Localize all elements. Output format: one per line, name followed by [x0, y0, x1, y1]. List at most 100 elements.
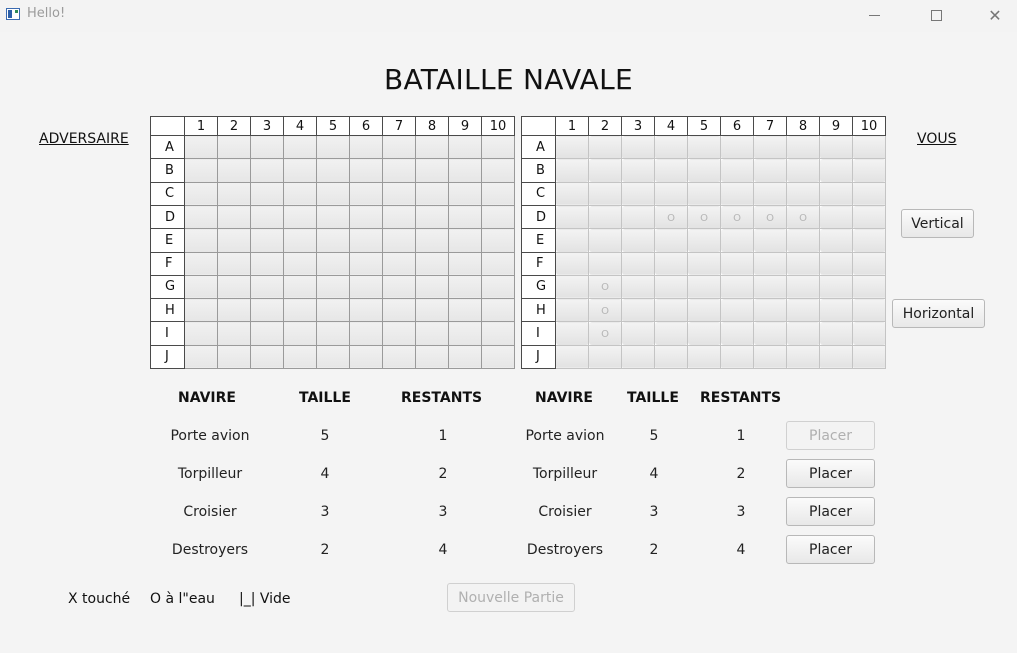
opponent-grid-cell-A6[interactable] [349, 135, 383, 160]
right-grid-cell-H3[interactable] [621, 298, 655, 323]
opponent-grid-cell-E9[interactable] [448, 228, 482, 253]
opponent-grid-cell-A4[interactable] [283, 135, 317, 160]
opponent-grid-cell-B10[interactable] [481, 158, 515, 183]
opponent-grid-cell-B5[interactable] [316, 158, 350, 183]
right-grid-cell-C4[interactable] [654, 181, 688, 207]
right-grid-cell-E5[interactable] [687, 228, 721, 253]
opponent-grid-cell-B1[interactable] [184, 158, 218, 183]
opponent-grid-cell-I10[interactable] [481, 321, 515, 346]
opponent-grid-cell-F3[interactable] [250, 251, 284, 276]
opponent-grid-cell-C4[interactable] [283, 181, 317, 207]
right-grid-cell-E9[interactable] [819, 228, 853, 253]
opponent-grid-cell-A7[interactable] [382, 135, 416, 160]
opponent-grid-cell-D3[interactable] [250, 205, 284, 230]
right-grid-cell-I8[interactable] [786, 321, 820, 346]
right-grid-cell-G6[interactable] [720, 274, 754, 300]
opponent-grid-cell-J9[interactable] [448, 344, 482, 370]
opponent-grid-cell-F6[interactable] [349, 251, 383, 276]
right-grid-cell-C10[interactable] [852, 181, 886, 207]
right-grid-cell-D7[interactable]: O [753, 205, 787, 230]
right-grid-cell-B6[interactable] [720, 158, 754, 183]
right-grid-cell-D10[interactable] [852, 205, 886, 230]
opponent-grid-cell-E3[interactable] [250, 228, 284, 253]
right-grid-cell-B3[interactable] [621, 158, 655, 183]
right-grid-cell-E2[interactable] [588, 228, 622, 253]
right-grid-cell-G8[interactable] [786, 274, 820, 300]
opponent-grid-cell-D9[interactable] [448, 205, 482, 230]
opponent-grid-cell-D5[interactable] [316, 205, 350, 230]
opponent-grid-cell-D6[interactable] [349, 205, 383, 230]
right-grid-cell-H1[interactable] [555, 298, 589, 323]
opponent-grid-cell-A10[interactable] [481, 135, 515, 160]
right-grid-cell-F8[interactable] [786, 251, 820, 276]
right-grid-cell-E3[interactable] [621, 228, 655, 253]
right-grid-cell-I6[interactable] [720, 321, 754, 346]
right-grid-cell-F6[interactable] [720, 251, 754, 276]
opponent-grid-cell-F4[interactable] [283, 251, 317, 276]
opponent-grid-cell-G6[interactable] [349, 274, 383, 300]
right-grid-cell-I2[interactable]: O [588, 321, 622, 346]
opponent-grid-cell-H3[interactable] [250, 298, 284, 323]
opponent-grid-cell-H8[interactable] [415, 298, 449, 323]
right-grid-cell-D4[interactable]: O [654, 205, 688, 230]
opponent-grid-cell-D8[interactable] [415, 205, 449, 230]
opponent-grid-cell-E5[interactable] [316, 228, 350, 253]
opponent-grid-cell-I3[interactable] [250, 321, 284, 346]
right-grid-cell-F2[interactable] [588, 251, 622, 276]
right-grid-cell-A3[interactable] [621, 135, 655, 160]
opponent-grid-cell-J4[interactable] [283, 344, 317, 370]
opponent-grid-cell-C1[interactable] [184, 181, 218, 207]
right-grid-cell-C7[interactable] [753, 181, 787, 207]
opponent-grid-cell-I6[interactable] [349, 321, 383, 346]
right-grid-cell-E1[interactable] [555, 228, 589, 253]
right-grid-cell-B9[interactable] [819, 158, 853, 183]
opponent-grid-cell-F9[interactable] [448, 251, 482, 276]
right-grid-cell-B4[interactable] [654, 158, 688, 183]
opponent-grid-cell-B3[interactable] [250, 158, 284, 183]
opponent-grid-cell-I1[interactable] [184, 321, 218, 346]
opponent-grid-cell-E4[interactable] [283, 228, 317, 253]
close-button[interactable]: ✕ [972, 0, 1017, 30]
right-grid-cell-A7[interactable] [753, 135, 787, 160]
opponent-grid-cell-B4[interactable] [283, 158, 317, 183]
placer-button[interactable]: Placer [786, 459, 875, 488]
opponent-grid-cell-D10[interactable] [481, 205, 515, 230]
right-grid-cell-G4[interactable] [654, 274, 688, 300]
opponent-grid-cell-E6[interactable] [349, 228, 383, 253]
right-grid-cell-B8[interactable] [786, 158, 820, 183]
opponent-grid-cell-D4[interactable] [283, 205, 317, 230]
right-grid-cell-J10[interactable] [852, 344, 886, 370]
opponent-grid-cell-C3[interactable] [250, 181, 284, 207]
right-grid-cell-H9[interactable] [819, 298, 853, 323]
right-grid-cell-F3[interactable] [621, 251, 655, 276]
right-grid-cell-E8[interactable] [786, 228, 820, 253]
opponent-grid-cell-I9[interactable] [448, 321, 482, 346]
opponent-grid-cell-B6[interactable] [349, 158, 383, 183]
opponent-grid-cell-J7[interactable] [382, 344, 416, 370]
opponent-grid-cell-C2[interactable] [217, 181, 251, 207]
right-grid-cell-F4[interactable] [654, 251, 688, 276]
opponent-grid-cell-J3[interactable] [250, 344, 284, 370]
right-grid-cell-A1[interactable] [555, 135, 589, 160]
right-grid-cell-C3[interactable] [621, 181, 655, 207]
opponent-grid-cell-B2[interactable] [217, 158, 251, 183]
opponent-grid-cell-J2[interactable] [217, 344, 251, 370]
placer-button[interactable]: Placer [786, 497, 875, 526]
right-grid-cell-E4[interactable] [654, 228, 688, 253]
opponent-grid-cell-H5[interactable] [316, 298, 350, 323]
opponent-grid-cell-J10[interactable] [481, 344, 515, 370]
right-grid-cell-E10[interactable] [852, 228, 886, 253]
opponent-grid-cell-C5[interactable] [316, 181, 350, 207]
opponent-grid-cell-I5[interactable] [316, 321, 350, 346]
opponent-grid-cell-B8[interactable] [415, 158, 449, 183]
right-grid-cell-I5[interactable] [687, 321, 721, 346]
right-grid-cell-A10[interactable] [852, 135, 886, 160]
right-grid-cell-J8[interactable] [786, 344, 820, 370]
opponent-grid-cell-A2[interactable] [217, 135, 251, 160]
opponent-grid-cell-C7[interactable] [382, 181, 416, 207]
opponent-grid-cell-G9[interactable] [448, 274, 482, 300]
right-grid-cell-G1[interactable] [555, 274, 589, 300]
right-grid-cell-B5[interactable] [687, 158, 721, 183]
opponent-grid-cell-G8[interactable] [415, 274, 449, 300]
right-grid-cell-I10[interactable] [852, 321, 886, 346]
